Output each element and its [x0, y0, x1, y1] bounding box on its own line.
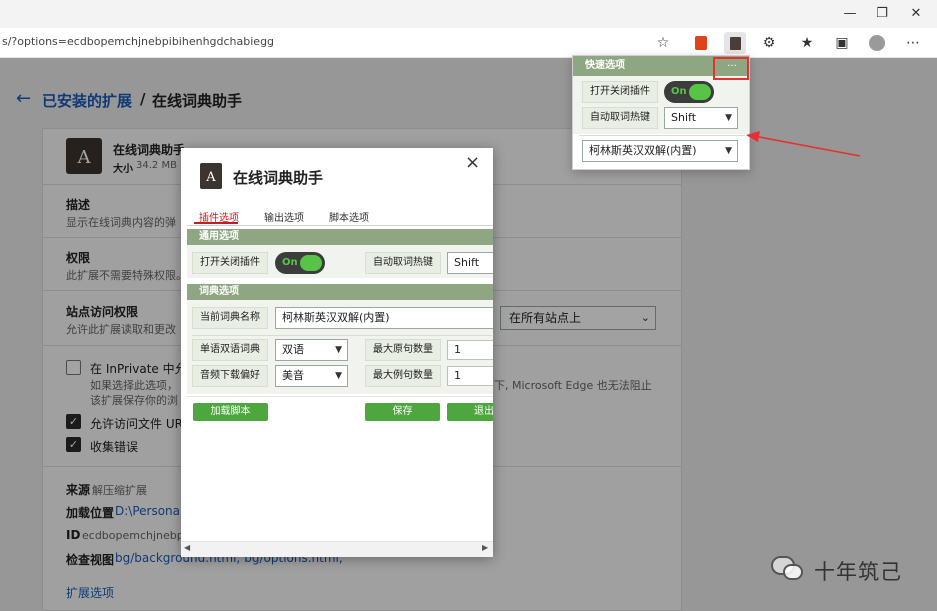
toggle-plugin-label: 打开关闭插件: [192, 252, 268, 274]
tab-script-options[interactable]: 脚本选项: [329, 209, 369, 224]
close-icon[interactable]: ×: [465, 152, 480, 173]
max-example-input[interactable]: 1: [447, 366, 493, 386]
popup-hotkey-label: 自动取词热键: [582, 107, 658, 129]
dictionary-logo-icon: A: [200, 163, 222, 189]
plugin-toggle[interactable]: On: [275, 252, 325, 274]
chevron-down-icon: ▼: [725, 146, 732, 156]
title-bar: [0, 0, 937, 28]
mono-bi-value: 双语: [282, 343, 304, 356]
highlight-box: [713, 57, 749, 80]
annotation-arrow: [746, 131, 861, 157]
max-orig-input[interactable]: 1: [447, 340, 493, 360]
popup-toggle-knob: [689, 84, 711, 100]
max-example-label: 最大例句数量: [365, 365, 441, 387]
chevron-down-icon: ▼: [335, 345, 342, 355]
exit-button[interactable]: 退出: [447, 403, 493, 421]
popup-hotkey-select[interactable]: Shift ▼: [664, 107, 738, 129]
audio-pref-value: 美音: [282, 369, 304, 382]
audio-pref-select[interactable]: 美音 ▼: [275, 365, 348, 387]
max-orig-label: 最大原句数量: [365, 339, 441, 361]
collections-icon[interactable]: ▣: [831, 32, 853, 54]
chevron-down-icon: ▼: [335, 371, 342, 381]
address-bar[interactable]: s/?options=ecdbopemchjnebpibihenhgdchabi…: [0, 30, 684, 54]
profile-icon[interactable]: [866, 32, 888, 54]
hotkey-label: 自动取词热键: [365, 252, 441, 274]
dictionary-options-header: 词典选项: [187, 284, 493, 300]
options-dialog: A 在线词典助手 × 插件选项 输出选项 脚本选项 通用选项 打开关闭插件 On…: [181, 148, 493, 557]
tab-output-options[interactable]: 输出选项: [264, 209, 304, 224]
divider: [579, 135, 745, 136]
popup-dict-value: 柯林斯英汉双解(内置): [589, 144, 697, 157]
popup-dict-select[interactable]: 柯林斯英汉双解(内置) ▼: [582, 140, 738, 162]
mono-bi-label: 单语双语词典: [192, 339, 268, 361]
horizontal-scrollbar[interactable]: [181, 541, 493, 557]
toggle-state: On: [282, 257, 298, 268]
popup-toggle-label: 打开关闭插件: [582, 81, 658, 103]
scroll-left-icon[interactable]: ◀: [184, 543, 190, 552]
popup-toggle-state: On: [671, 86, 687, 97]
dialog-title: 在线词典助手: [233, 169, 324, 187]
popup-hotkey-value: Shift: [671, 111, 697, 124]
minimize-icon[interactable]: —: [836, 4, 864, 24]
divider: [192, 335, 492, 336]
toggle-knob: [300, 255, 322, 271]
active-tab-indicator: [194, 222, 238, 224]
extensions-icon[interactable]: ⚙: [758, 32, 780, 54]
restore-icon[interactable]: ❐: [868, 4, 896, 24]
watermark-text: 十年筑己: [814, 560, 902, 584]
divider: [187, 396, 493, 397]
tab-divider: [187, 225, 493, 226]
close-icon[interactable]: ✕: [902, 4, 930, 24]
popup-plugin-toggle[interactable]: On: [664, 81, 714, 103]
wechat-logo-icon: [771, 554, 807, 584]
current-dict-label: 当前词典名称: [192, 307, 268, 329]
load-script-button[interactable]: 加载脚本: [193, 403, 268, 421]
favorite-add-icon[interactable]: ☆: [652, 32, 674, 54]
favorites-icon[interactable]: ★: [796, 32, 818, 54]
chevron-down-icon: ▼: [725, 113, 732, 123]
hotkey-select[interactable]: Shift: [447, 252, 493, 274]
more-icon[interactable]: ⋯: [902, 32, 924, 54]
general-options-header: 通用选项: [187, 229, 493, 245]
scroll-right-icon[interactable]: ▶: [482, 543, 488, 552]
current-dict-select[interactable]: 柯林斯英汉双解(内置): [275, 307, 493, 329]
mono-bi-select[interactable]: 双语 ▼: [275, 339, 348, 361]
save-button[interactable]: 保存: [365, 403, 440, 421]
extension-dict-icon[interactable]: [724, 32, 746, 54]
office-icon[interactable]: [690, 32, 712, 54]
audio-pref-label: 音频下载偏好: [192, 365, 268, 387]
